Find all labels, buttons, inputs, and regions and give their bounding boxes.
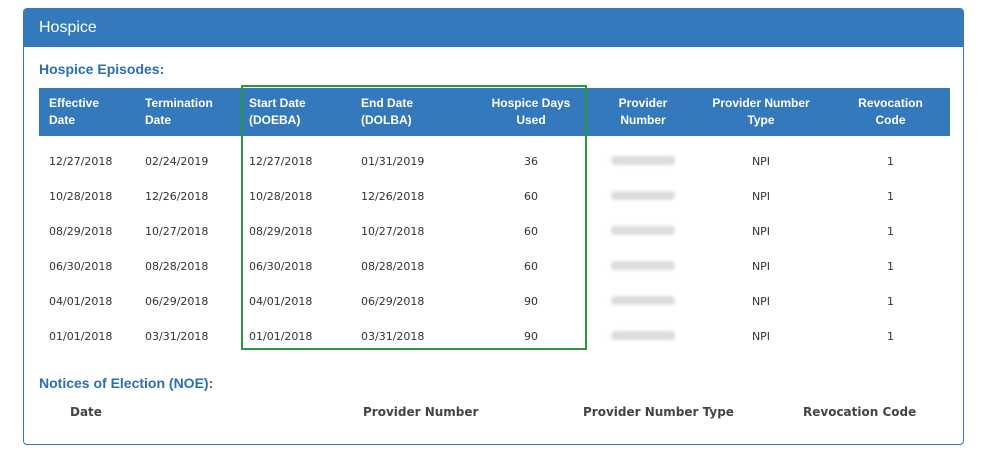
- cell-hospice-days-used: 90: [524, 295, 538, 308]
- redacted-provider-number: [611, 156, 675, 165]
- cell-effective-date: 08/29/2018: [49, 225, 113, 238]
- cell-revocation-code: 1: [887, 190, 894, 203]
- noe-col-provider-number-type[interactable]: Provider Number Type: [583, 405, 734, 419]
- cell-effective-date: 01/01/2018: [49, 330, 113, 343]
- redacted-provider-number: [611, 191, 675, 200]
- cell-provider-number-type: NPI: [751, 155, 771, 168]
- noe-title: Notices of Election (NOE):: [39, 375, 214, 391]
- cell-effective-date: 06/30/2018: [49, 260, 113, 273]
- col-header-end-date[interactable]: End Date (DOLBA): [351, 88, 467, 136]
- cell-termination-date: 10/27/2018: [145, 225, 209, 238]
- table-row[interactable]: 10/28/2018 12/26/2018 10/28/2018 12/26/2018…: [39, 179, 950, 214]
- cell-revocation-code: 1: [887, 295, 894, 308]
- noe-col-provider-number[interactable]: Provider Number: [363, 405, 478, 419]
- cell-termination-date: 12/26/2018: [145, 190, 209, 203]
- cell-provider-number: [595, 136, 691, 179]
- noe-col-revocation-code[interactable]: Revocation Code: [803, 405, 916, 419]
- cell-provider-number: [595, 319, 691, 354]
- col-header-effective-date[interactable]: Effective Date: [39, 88, 135, 136]
- cell-hospice-days-used: 60: [524, 225, 538, 238]
- cell-revocation-code: 1: [887, 330, 894, 343]
- cell-end-date: 12/26/2018: [361, 190, 425, 203]
- cell-start-date: 06/30/2018: [249, 260, 313, 273]
- cell-end-date: 10/27/2018: [361, 225, 425, 238]
- cell-end-date: 06/29/2018: [361, 295, 425, 308]
- cell-provider-number: [595, 214, 691, 249]
- redacted-provider-number: [611, 226, 675, 235]
- cell-hospice-days-used: 60: [524, 260, 538, 273]
- cell-termination-date: 02/24/2019: [145, 155, 209, 168]
- table-header-row: Effective Date Termination Date Start Date…: [39, 88, 950, 136]
- cell-end-date: 08/28/2018: [361, 260, 425, 273]
- cell-effective-date: 04/01/2018: [49, 295, 113, 308]
- cell-end-date: 03/31/2018: [361, 330, 425, 343]
- cell-provider-number-type: NPI: [751, 190, 771, 203]
- noe-col-date[interactable]: Date: [70, 405, 102, 419]
- cell-effective-date: 10/28/2018: [49, 190, 113, 203]
- cell-provider-number-type: NPI: [751, 225, 771, 238]
- table-row[interactable]: 04/01/2018 06/29/2018 04/01/2018 06/29/2018…: [39, 284, 950, 319]
- cell-start-date: 04/01/2018: [249, 295, 313, 308]
- col-header-revocation-code[interactable]: Revocation Code: [831, 88, 950, 136]
- redacted-provider-number: [611, 296, 675, 305]
- cell-termination-date: 06/29/2018: [145, 295, 209, 308]
- col-header-start-date[interactable]: Start Date (DOEBA): [239, 88, 351, 136]
- table-row[interactable]: 08/29/2018 10/27/2018 08/29/2018 10/27/2018…: [39, 214, 950, 249]
- cell-hospice-days-used: 90: [524, 330, 538, 343]
- cell-provider-number-type: NPI: [751, 260, 771, 273]
- hospice-episodes-table: Effective Date Termination Date Start Date…: [39, 88, 950, 354]
- cell-start-date: 12/27/2018: [249, 155, 313, 168]
- cell-provider-number: [595, 284, 691, 319]
- cell-provider-number-type: NPI: [751, 295, 771, 308]
- cell-revocation-code: 1: [887, 155, 894, 168]
- cell-start-date: 01/01/2018: [249, 330, 313, 343]
- cell-start-date: 08/29/2018: [249, 225, 313, 238]
- cell-termination-date: 03/31/2018: [145, 330, 209, 343]
- cell-revocation-code: 1: [887, 260, 894, 273]
- redacted-provider-number: [611, 261, 675, 270]
- hospice-panel: Hospice Hospice Episodes: Effective Date …: [23, 8, 964, 445]
- cell-provider-number-type: NPI: [751, 330, 771, 343]
- cell-end-date: 01/31/2019: [361, 155, 425, 168]
- cell-hospice-days-used: 36: [524, 155, 538, 168]
- hospice-episodes-title: Hospice Episodes:: [39, 61, 165, 77]
- episodes-table-body: 12/27/2018 02/24/2019 12/27/2018 01/31/2019…: [39, 136, 950, 354]
- col-header-termination-date[interactable]: Termination Date: [135, 88, 239, 136]
- col-header-provider-number[interactable]: Provider Number: [595, 88, 691, 136]
- table-row[interactable]: 01/01/2018 03/31/2018 01/01/2018 03/31/2018…: [39, 319, 950, 354]
- cell-provider-number: [595, 249, 691, 284]
- cell-hospice-days-used: 60: [524, 190, 538, 203]
- col-header-hospice-days-used[interactable]: Hospice Days Used: [467, 88, 595, 136]
- table-row[interactable]: 12/27/2018 02/24/2019 12/27/2018 01/31/2019…: [39, 136, 950, 179]
- cell-termination-date: 08/28/2018: [145, 260, 209, 273]
- col-header-provider-number-type[interactable]: Provider Number Type: [691, 88, 831, 136]
- cell-revocation-code: 1: [887, 225, 894, 238]
- panel-title: Hospice: [24, 9, 963, 47]
- cell-start-date: 10/28/2018: [249, 190, 313, 203]
- table-row[interactable]: 06/30/2018 08/28/2018 06/30/2018 08/28/2018…: [39, 249, 950, 284]
- cell-effective-date: 12/27/2018: [49, 155, 113, 168]
- cell-provider-number: [595, 179, 691, 214]
- redacted-provider-number: [611, 331, 675, 340]
